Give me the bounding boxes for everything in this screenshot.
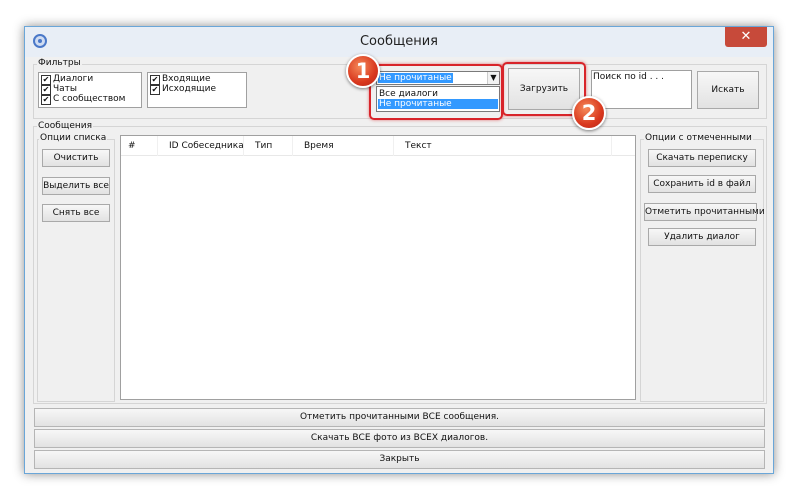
column-divider xyxy=(157,136,158,156)
delete-dialog-button[interactable]: Удалить диалог xyxy=(648,228,756,246)
unread-filter-select[interactable]: Не прочитаные ▼ xyxy=(376,71,500,85)
dropdown-list: Все диалоги Не прочитаные xyxy=(376,86,500,112)
filter-chats-label: Чаты xyxy=(53,84,78,94)
close-icon[interactable]: ✕ xyxy=(725,27,767,47)
window-title: Сообщения xyxy=(359,34,438,49)
column-header-number[interactable]: # xyxy=(128,141,136,151)
column-divider xyxy=(611,136,612,156)
filter-incoming[interactable]: ✔ Входящие xyxy=(150,74,211,85)
select-all-button[interactable]: Выделить все xyxy=(42,177,110,195)
column-divider xyxy=(393,136,394,156)
filter-incoming-label: Входящие xyxy=(162,74,211,84)
mark-read-button[interactable]: Отметить прочитанными xyxy=(644,203,765,221)
messages-table[interactable]: # ID Собеседника Тип Время Текст xyxy=(120,135,636,400)
filter-community[interactable]: ✔ С сообществом xyxy=(41,94,126,105)
clear-button[interactable]: Очистить xyxy=(42,149,110,167)
column-divider xyxy=(292,136,293,156)
filter-checklist-direction: ✔ Входящие ✔ Исходящие xyxy=(147,72,247,108)
checkbox-outgoing[interactable]: ✔ xyxy=(150,85,160,95)
select-current-value: Не прочитаные xyxy=(378,73,453,83)
filter-dialogs-label: Диалоги xyxy=(53,74,94,84)
column-header-time[interactable]: Время xyxy=(304,141,334,151)
filter-community-label: С сообществом xyxy=(53,94,126,104)
column-header-peer-id[interactable]: ID Собеседника xyxy=(169,141,244,151)
column-header-text[interactable]: Текст xyxy=(405,141,432,151)
dropdown-option-all[interactable]: Все диалоги xyxy=(378,89,498,99)
step-1-badge: 1 xyxy=(346,54,380,88)
filter-checklist-types: ✔ Диалоги ✔ Чаты ✔ С сообществом xyxy=(38,72,142,108)
filter-outgoing-label: Исходящие xyxy=(162,84,217,94)
dropdown-option-unread[interactable]: Не прочитаные xyxy=(378,99,498,109)
close-button[interactable]: Закрыть xyxy=(34,450,765,469)
chevron-down-icon[interactable]: ▼ xyxy=(487,72,499,84)
marked-options-label: Опции с отмеченными xyxy=(644,133,753,143)
deselect-all-button[interactable]: Снять все xyxy=(42,204,110,222)
download-conversation-button[interactable]: Скачать переписку xyxy=(648,149,756,167)
filter-outgoing[interactable]: ✔ Исходящие xyxy=(150,84,217,95)
step-2-badge: 2 xyxy=(572,96,606,130)
search-placeholder: Поиск по id . . . xyxy=(593,72,664,82)
filter-dialogs[interactable]: ✔ Диалоги xyxy=(41,74,94,85)
messages-window: Сообщения ✕ Фильтры ✔ Диалоги ✔ Чаты ✔ С со… xyxy=(24,26,774,474)
load-button[interactable]: Загрузить xyxy=(508,68,580,110)
column-header-type[interactable]: Тип xyxy=(255,141,272,151)
search-input[interactable]: Поиск по id . . . xyxy=(591,70,692,109)
download-all-photos-button[interactable]: Скачать ВСЕ фото из ВСЕХ диалогов. xyxy=(34,429,765,448)
filters-group-label: Фильтры xyxy=(37,58,82,68)
table-header: # ID Собеседника Тип Время Текст xyxy=(121,136,635,156)
save-ids-button[interactable]: Сохранить id в файл xyxy=(648,175,756,193)
search-button[interactable]: Искать xyxy=(697,71,759,109)
filter-chats[interactable]: ✔ Чаты xyxy=(41,84,78,95)
checkbox-community[interactable]: ✔ xyxy=(41,95,51,105)
column-divider xyxy=(243,136,244,156)
list-options-label: Опции списка xyxy=(39,133,108,143)
mark-all-read-button[interactable]: Отметить прочитанными ВСЕ сообщения. xyxy=(34,408,765,427)
messages-group-label: Сообщения xyxy=(37,121,94,131)
